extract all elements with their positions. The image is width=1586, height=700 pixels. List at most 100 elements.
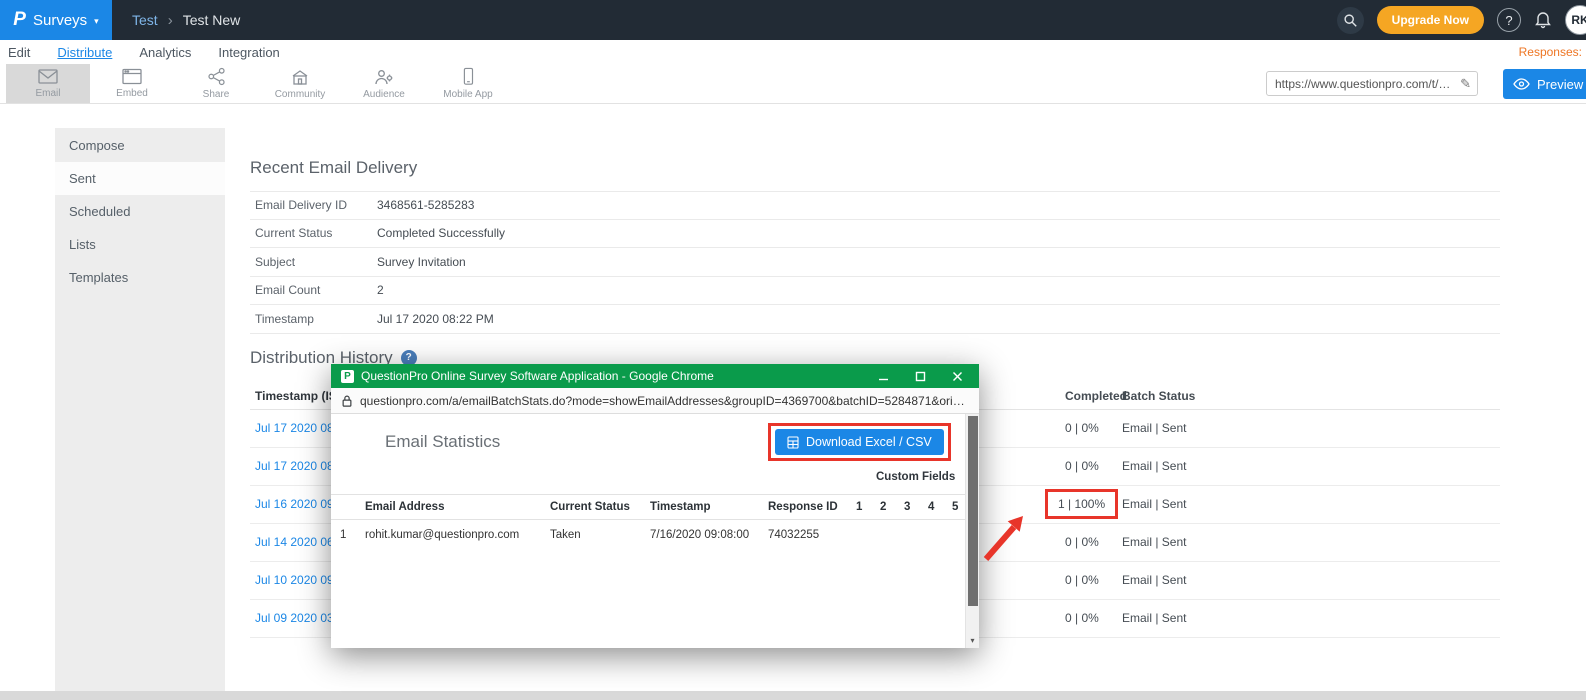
sidebar-item-lists[interactable]: Lists: [55, 228, 225, 261]
history-batch-status: Email | Sent: [1122, 459, 1500, 473]
col-custom-2: 2: [880, 501, 904, 513]
page-bottom-strip: [0, 691, 1586, 700]
table-row: Current Status Completed Successfully: [250, 220, 1500, 249]
history-completed: 0 | 0%: [1055, 573, 1122, 587]
survey-url-value: https://www.questionpro.com/t/APRJpZiCB: [1275, 77, 1456, 91]
tab-edit[interactable]: Edit: [8, 45, 30, 60]
email-sidebar: Compose Sent Scheduled Lists Templates: [55, 128, 225, 691]
breadcrumb-separator-icon: ›: [168, 12, 173, 29]
help-button[interactable]: ?: [1497, 8, 1521, 32]
table-row: Timestamp Jul 17 2020 08:22 PM: [250, 305, 1500, 334]
download-button-label: Download Excel / CSV: [806, 435, 932, 449]
statistics-table-header: Email Address Current Status Timestamp R…: [331, 494, 965, 520]
window-title-bar[interactable]: P QuestionPro Online Survey Software App…: [331, 364, 979, 388]
row-label: Timestamp: [255, 312, 377, 326]
col-timestamp: Timestamp: [650, 501, 768, 513]
maximize-button[interactable]: [915, 371, 926, 382]
table-row: Email Delivery ID 3468561-5285283: [250, 191, 1500, 220]
col-batch-status: Batch Status: [1122, 389, 1500, 403]
row-label: Email Delivery ID: [255, 198, 377, 212]
history-completed: 0 | 0%: [1055, 611, 1122, 625]
breadcrumb: Test › Test New: [132, 12, 240, 29]
scrollbar-down-arrow[interactable]: ▾: [966, 632, 979, 648]
response-id: 74032255: [768, 529, 856, 541]
responses-count[interactable]: Responses: 1: [1519, 45, 1586, 59]
eye-icon: [1513, 77, 1530, 91]
questionpro-logo: P: [13, 9, 26, 31]
col-completed: Completed: [1055, 389, 1122, 403]
annotation-box-completed: 1 | 100%: [1045, 489, 1118, 519]
channel-community[interactable]: Community: [258, 64, 342, 103]
search-icon: [1343, 13, 1358, 28]
spreadsheet-icon: [787, 436, 799, 449]
channel-audience[interactable]: Audience: [342, 64, 426, 103]
address-bar-url: questionpro.com/a/emailBatchStats.do?mod…: [360, 394, 969, 408]
sidebar-item-scheduled[interactable]: Scheduled: [55, 195, 225, 228]
edit-url-icon[interactable]: ✎: [1460, 76, 1471, 92]
history-batch-status: Email | Sent: [1122, 497, 1500, 511]
sidebar-item-compose[interactable]: Compose: [55, 129, 225, 162]
row-label: Email Count: [255, 283, 377, 297]
user-avatar[interactable]: RK: [1565, 5, 1586, 35]
surveys-menu[interactable]: P Surveys ▾: [0, 0, 112, 40]
channel-share[interactable]: Share: [174, 64, 258, 103]
upgrade-now-button[interactable]: Upgrade Now: [1377, 6, 1484, 34]
current-status: Taken: [550, 529, 650, 541]
channel-email[interactable]: Email: [6, 64, 90, 103]
tab-distribute[interactable]: Distribute: [57, 45, 112, 60]
history-batch-status: Email | Sent: [1122, 573, 1500, 587]
channel-mobile-app[interactable]: Mobile App: [426, 64, 510, 103]
scrollbar-thumb[interactable]: [968, 416, 978, 606]
email-statistics-body: Email Statistics Download Excel / CSV Cu…: [331, 414, 979, 648]
breadcrumb-current-page: Test New: [183, 12, 241, 28]
recent-delivery-table: Email Delivery ID 3468561-5285283 Curren…: [250, 191, 1500, 334]
channel-share-label: Share: [203, 89, 230, 100]
bell-icon: [1534, 11, 1552, 29]
preview-button-label: Preview: [1537, 77, 1583, 92]
col-email-address: Email Address: [365, 501, 550, 513]
col-custom-3: 3: [904, 501, 928, 513]
history-batch-status: Email | Sent: [1122, 421, 1500, 435]
search-button[interactable]: [1337, 7, 1364, 34]
share-icon: [207, 67, 226, 86]
row-value: Survey Invitation: [377, 255, 466, 269]
table-row: Subject Survey Invitation: [250, 248, 1500, 277]
tab-analytics[interactable]: Analytics: [139, 45, 191, 60]
breadcrumb-survey-link[interactable]: Test: [132, 12, 158, 28]
history-completed: 0 | 0%: [1055, 421, 1122, 435]
row-value: 3468561-5285283: [377, 198, 474, 212]
survey-url-field[interactable]: https://www.questionpro.com/t/APRJpZiCB …: [1266, 71, 1478, 96]
col-custom-4: 4: [928, 501, 952, 513]
embed-icon: [122, 68, 142, 85]
preview-button[interactable]: Preview: [1503, 69, 1586, 99]
community-icon: [290, 68, 310, 86]
row-value: 2: [377, 283, 384, 297]
distribute-toolbar: Email Embed Share Community Audience Mob…: [0, 64, 1586, 104]
tab-integration[interactable]: Integration: [218, 45, 279, 60]
notifications-button[interactable]: [1534, 11, 1552, 29]
history-batch-status: Email | Sent: [1122, 611, 1500, 625]
window-title: QuestionPro Online Survey Software Appli…: [361, 369, 871, 383]
email-statistics-window: P QuestionPro Online Survey Software App…: [331, 364, 979, 648]
channel-community-label: Community: [275, 89, 326, 100]
address-bar[interactable]: questionpro.com/a/emailBatchStats.do?mod…: [331, 388, 979, 414]
channel-audience-label: Audience: [363, 89, 405, 100]
sidebar-item-sent[interactable]: Sent: [55, 162, 225, 195]
popup-scrollbar[interactable]: ▾: [965, 414, 979, 648]
channel-embed[interactable]: Embed: [90, 64, 174, 103]
survey-nav: Edit Distribute Analytics Integration Re…: [0, 40, 1586, 64]
channel-embed-label: Embed: [116, 88, 148, 99]
sidebar-item-templates[interactable]: Templates: [55, 261, 225, 294]
mobile-app-icon: [459, 67, 477, 86]
minimize-button[interactable]: [878, 371, 889, 382]
history-completed: 0 | 0%: [1055, 459, 1122, 473]
table-row: 1 rohit.kumar@questionpro.com Taken 7/16…: [331, 520, 965, 550]
close-button[interactable]: [952, 371, 963, 382]
topbar-actions: Upgrade Now ? RK: [1337, 5, 1586, 35]
window-controls: [878, 371, 963, 382]
surveys-menu-label: Surveys: [33, 12, 87, 29]
email-address: rohit.kumar@questionpro.com: [365, 529, 550, 541]
top-bar: P Surveys ▾ Test › Test New Upgrade Now …: [0, 0, 1586, 40]
questionpro-favicon: P: [341, 370, 354, 383]
download-excel-csv-button[interactable]: Download Excel / CSV: [775, 429, 944, 455]
